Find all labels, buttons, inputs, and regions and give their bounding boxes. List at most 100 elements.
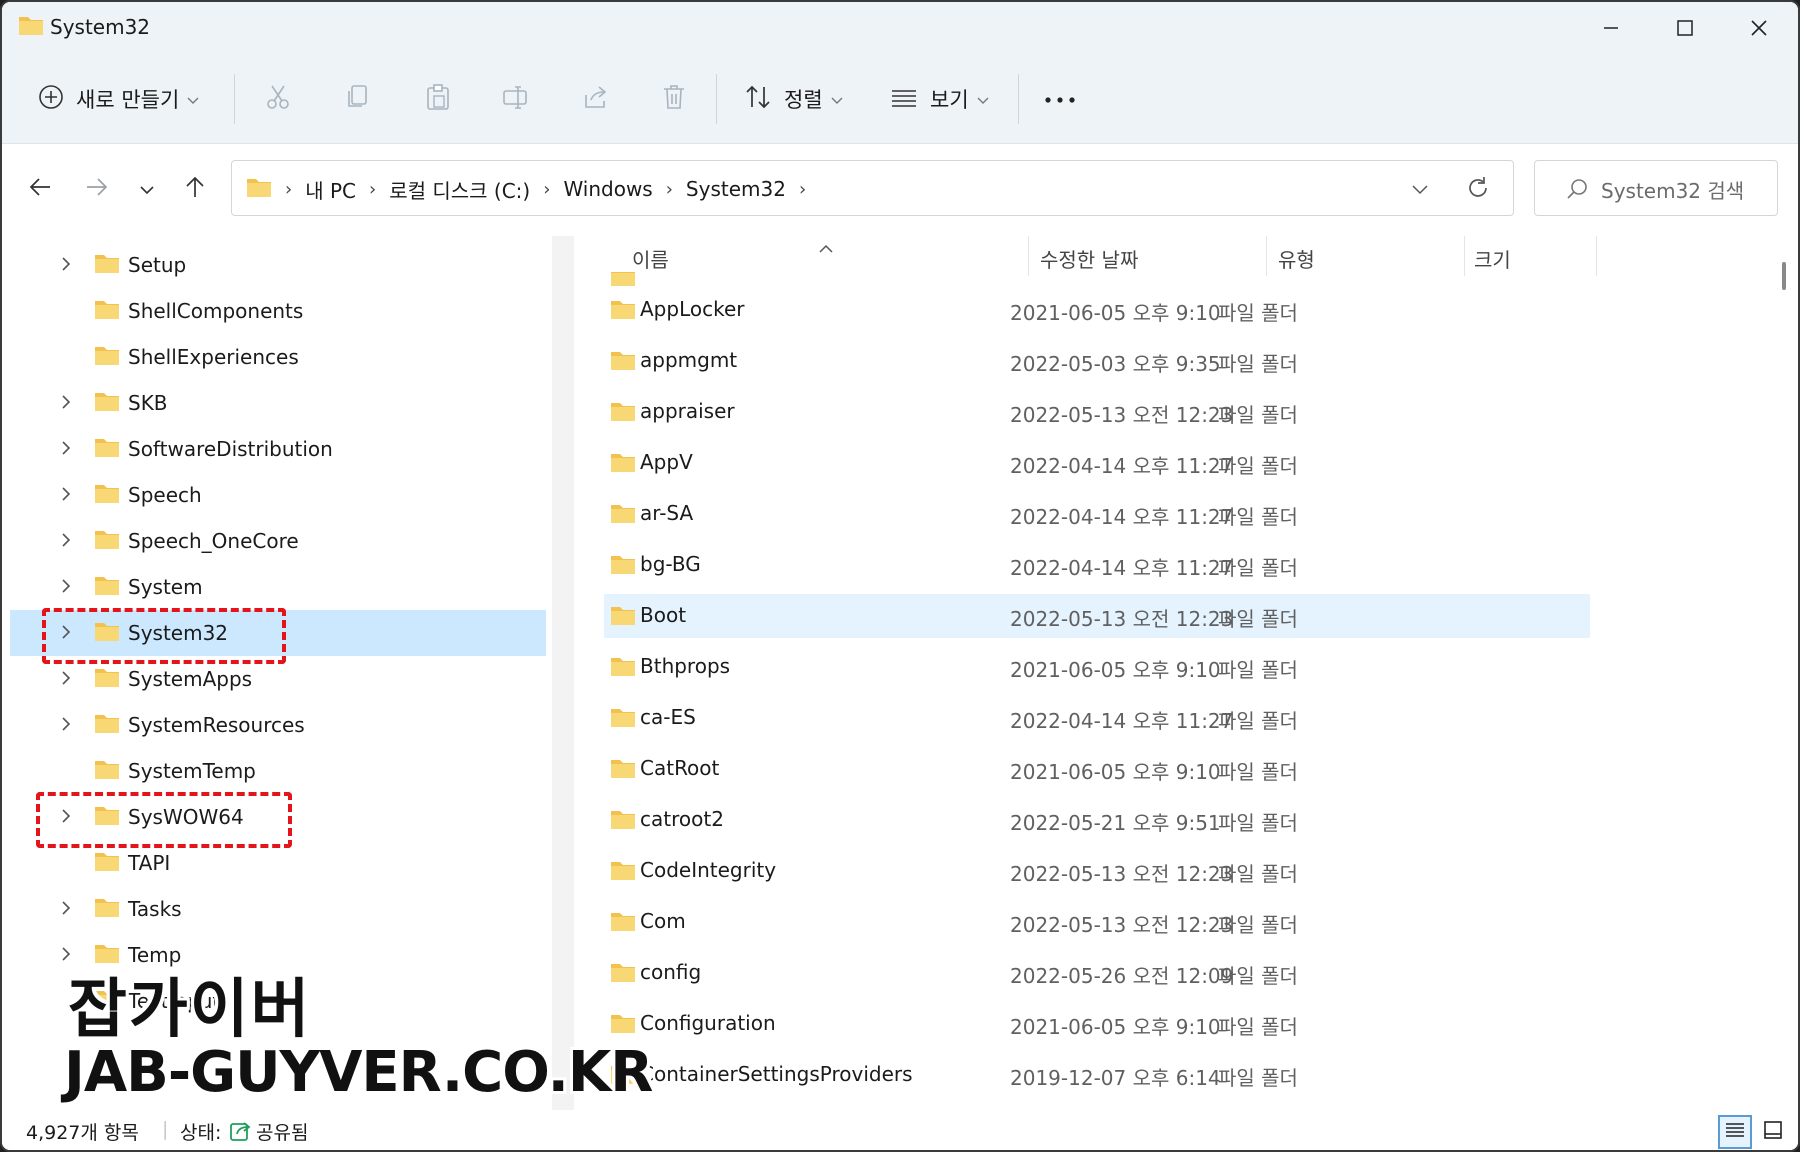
chevron-right-icon[interactable]: › <box>666 179 673 200</box>
chevron-right-icon[interactable] <box>60 715 72 737</box>
chevron-right-icon: › <box>285 178 293 200</box>
folder-icon <box>610 349 636 375</box>
file-row[interactable]: ar-SA 2022-04-14 오후 11:27 파일 폴더 <box>604 492 1590 536</box>
tree-item[interactable]: SKB <box>10 380 546 426</box>
address-bar[interactable]: › 내 PC › 로컬 디스크 (C:) › Windows › System3… <box>231 160 1514 216</box>
breadcrumb: › 내 PC › 로컬 디스크 (C:) › Windows › System3… <box>246 161 819 217</box>
tree-item-label: ShellExperiences <box>128 345 299 369</box>
new-button[interactable]: 새로 만들기 <box>38 74 199 124</box>
delete-button[interactable] <box>660 74 688 124</box>
chevron-right-icon[interactable] <box>60 899 72 921</box>
breadcrumb-item-windows[interactable]: Windows <box>563 177 652 201</box>
paste-button[interactable] <box>424 74 452 124</box>
file-row[interactable]: appmgmt 2022-05-03 오후 9:35 파일 폴더 <box>604 339 1590 383</box>
tree-item[interactable]: SystemResources <box>10 702 546 748</box>
pane-divider[interactable] <box>552 236 574 1110</box>
file-row[interactable]: Configuration 2021-06-05 오후 9:10 파일 폴더 <box>604 1002 1590 1046</box>
rename-button[interactable] <box>502 74 530 124</box>
file-row[interactable]: bg-BG 2022-04-14 오후 11:27 파일 폴더 <box>604 543 1590 587</box>
file-row[interactable]: catroot2 2022-05-21 오후 9:51 파일 폴더 <box>604 798 1590 842</box>
tree-item-label: SystemTemp <box>128 759 256 783</box>
share-button[interactable] <box>582 74 610 124</box>
column-header-name[interactable]: 이름 <box>632 244 669 273</box>
file-row[interactable]: Bthprops 2021-06-05 오후 9:10 파일 폴더 <box>604 645 1590 689</box>
file-date: 2022-05-13 오전 12:23 <box>1010 607 1234 631</box>
up-button[interactable] <box>174 168 216 210</box>
chevron-right-icon[interactable] <box>60 255 72 277</box>
file-row[interactable]: CodeIntegrity 2022-05-13 오전 12:23 파일 폴더 <box>604 849 1590 893</box>
tiles-view-button[interactable] <box>1756 1115 1790 1149</box>
file-name: AppLocker <box>640 297 745 321</box>
file-row[interactable]: ContainerSettingsProviders 2019-12-07 오후 … <box>604 1053 1590 1097</box>
file-type: 파일 폴더 <box>1218 811 1298 835</box>
tree-item[interactable]: Speech_OneCore <box>10 518 546 564</box>
file-name: appraiser <box>640 399 735 423</box>
file-row[interactable]: Com 2022-05-13 오전 12:23 파일 폴더 <box>604 900 1590 944</box>
maximize-button[interactable] <box>1648 2 1722 54</box>
arrow-up-icon <box>184 175 206 203</box>
search-input[interactable]: System32 검색 <box>1534 160 1778 216</box>
file-name: Bthprops <box>640 654 731 678</box>
chevron-right-icon[interactable] <box>60 485 72 507</box>
tree-item[interactable]: ShellComponents <box>10 288 546 334</box>
details-view-button[interactable] <box>1718 1115 1752 1149</box>
column-header-size[interactable]: 크기 <box>1474 244 1511 273</box>
chevron-right-icon[interactable] <box>60 669 72 691</box>
copy-button[interactable] <box>344 74 372 124</box>
window-title: System32 <box>50 15 151 39</box>
breadcrumb-item-system32[interactable]: System32 <box>686 177 786 201</box>
chevron-right-icon[interactable] <box>60 531 72 553</box>
folder-icon <box>610 272 636 286</box>
file-row[interactable]: AppLocker 2021-06-05 오후 9:10 파일 폴더 <box>604 288 1590 332</box>
file-type: 파일 폴더 <box>1218 709 1298 733</box>
status-bar: 4,927개 항목 | 상태: 공유됨 <box>2 1110 1798 1150</box>
refresh-icon[interactable] <box>1464 174 1492 206</box>
breadcrumb-item-this-pc[interactable]: 내 PC <box>305 175 356 204</box>
watermark-title: 잡가이버 <box>68 973 312 1047</box>
sort-button[interactable]: 정렬 <box>744 74 843 124</box>
chevron-right-icon[interactable]: › <box>369 179 376 200</box>
chevron-right-icon[interactable] <box>60 577 72 599</box>
file-row[interactable]: config 2022-05-26 오전 12:09 파일 폴더 <box>604 951 1590 995</box>
tree-item[interactable]: SoftwareDistribution <box>10 426 546 472</box>
column-separator[interactable] <box>1464 236 1465 276</box>
chevron-right-icon[interactable] <box>60 439 72 461</box>
title-bar: System32 <box>2 2 1798 54</box>
tree-item[interactable]: Tasks <box>10 886 546 932</box>
tree-item[interactable]: Setup <box>10 242 546 288</box>
close-button[interactable] <box>1722 2 1796 54</box>
column-separator[interactable] <box>1596 236 1597 276</box>
file-name: AppV <box>640 450 693 474</box>
file-date: 2022-04-14 오후 11:27 <box>1010 556 1234 580</box>
chevron-right-icon[interactable]: › <box>799 179 806 200</box>
file-row[interactable]: AppV 2022-04-14 오후 11:27 파일 폴더 <box>604 441 1590 485</box>
tree-item[interactable]: Speech <box>10 472 546 518</box>
column-separator[interactable] <box>1266 236 1267 276</box>
chevron-right-icon[interactable] <box>60 393 72 415</box>
forward-button[interactable] <box>76 168 118 210</box>
file-row[interactable]: CatRoot 2021-06-05 오후 9:10 파일 폴더 <box>604 747 1590 791</box>
address-history-dropdown[interactable] <box>1410 175 1430 207</box>
more-options-button[interactable] <box>1044 74 1076 124</box>
column-header-type[interactable]: 유형 <box>1278 244 1315 273</box>
column-separator[interactable] <box>1028 236 1029 276</box>
tree-item[interactable]: SystemTemp <box>10 748 546 794</box>
tree-item[interactable]: ShellExperiences <box>10 334 546 380</box>
folder-icon <box>610 1012 636 1038</box>
column-header-date[interactable]: 수정한 날짜 <box>1040 244 1138 273</box>
tree-item[interactable]: System <box>10 564 546 610</box>
cut-button[interactable] <box>264 74 292 124</box>
breadcrumb-item-local-disk[interactable]: 로컬 디스크 (C:) <box>389 175 530 204</box>
file-date: 2022-05-13 오전 12:23 <box>1010 403 1234 427</box>
minimize-button[interactable] <box>1574 2 1648 54</box>
file-type: 파일 폴더 <box>1218 505 1298 529</box>
chevron-right-icon[interactable]: › <box>543 179 550 200</box>
recent-locations-button[interactable] <box>126 168 168 210</box>
file-row[interactable]: ca-ES 2022-04-14 오후 11:27 파일 폴더 <box>604 696 1590 740</box>
back-button[interactable] <box>19 168 61 210</box>
file-list-scrollbar[interactable] <box>1782 262 1786 290</box>
folder-icon <box>610 808 636 834</box>
file-row[interactable]: Boot 2022-05-13 오전 12:23 파일 폴더 <box>604 594 1590 638</box>
view-button[interactable]: 보기 <box>890 74 989 124</box>
file-row[interactable]: appraiser 2022-05-13 오전 12:23 파일 폴더 <box>604 390 1590 434</box>
